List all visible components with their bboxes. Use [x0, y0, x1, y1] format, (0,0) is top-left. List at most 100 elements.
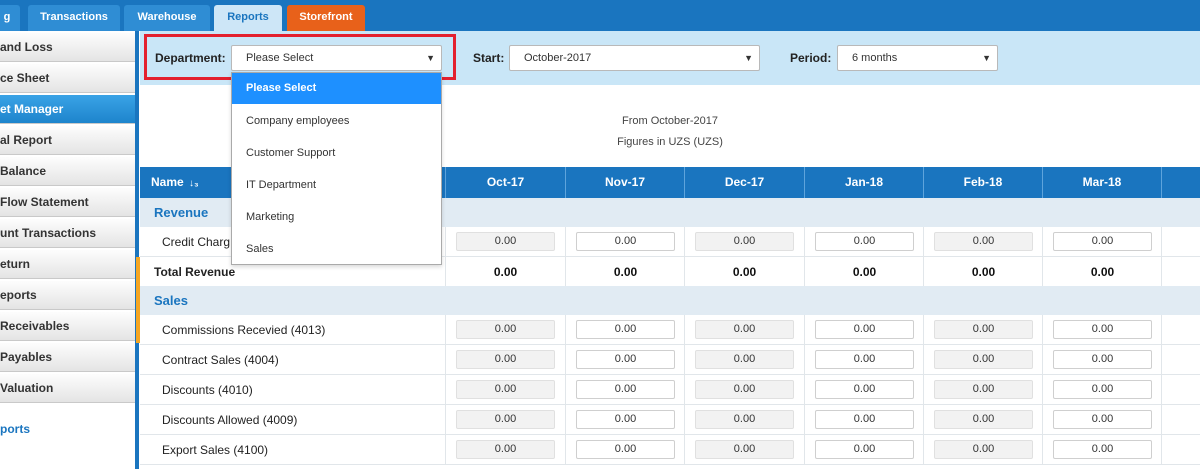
start-label: Start:	[473, 51, 505, 65]
sidebar-divider	[135, 31, 139, 469]
name-header-label: Name	[151, 175, 184, 189]
sidebar-item-tax-reports[interactable]: eports	[0, 281, 137, 310]
tab-storefront[interactable]: Storefront	[287, 5, 365, 31]
sidebar-item-trial-balance[interactable]: Balance	[0, 157, 137, 186]
total-value: 0.00	[1090, 265, 1115, 279]
amount-input[interactable]: 0.00	[815, 380, 914, 399]
sidebar-link-reports[interactable]: ports	[0, 422, 30, 436]
amount-input: 0.00	[695, 350, 794, 369]
name-column-header[interactable]: Name ↓₃	[151, 167, 199, 199]
month-header-nov-17: Nov-17	[565, 167, 684, 198]
amount-input[interactable]: 0.00	[815, 410, 914, 429]
sidebar-item-budget-manager[interactable]: et Manager	[0, 95, 137, 124]
amount-input[interactable]: 0.00	[576, 440, 675, 459]
dropdown-option-marketing[interactable]: Marketing	[232, 201, 441, 233]
amount-input[interactable]: 0.00	[815, 350, 914, 369]
amount-input[interactable]: 0.00	[815, 320, 914, 339]
month-header-overflow	[1161, 167, 1200, 198]
sidebar-item-journal-report[interactable]: al Report	[0, 126, 137, 155]
sidebar-item-cash-flow-statement[interactable]: Flow Statement	[0, 188, 137, 217]
month-header-mar-18: Mar-18	[1042, 167, 1161, 198]
amount-input: 0.00	[456, 440, 555, 459]
row-name: Discounts (4010)	[162, 383, 253, 397]
amount-input[interactable]: 0.00	[1053, 320, 1152, 339]
row-name: Credit Charg	[162, 235, 231, 249]
amount-input: 0.00	[456, 232, 555, 251]
row-name: Commissions Recevied (4013)	[162, 323, 326, 337]
amount-input: 0.00	[695, 410, 794, 429]
tab-warehouse[interactable]: Warehouse	[124, 5, 210, 31]
top-nav-bar: g Transactions Warehouse Reports Storefr…	[0, 0, 1200, 31]
amount-input: 0.00	[695, 320, 794, 339]
row-name: Contract Sales (4004)	[162, 353, 279, 367]
table-row: Contract Sales (4004) 0.00 0.00 0.00 0.0…	[140, 345, 1200, 375]
total-value: 0.00	[971, 265, 996, 279]
amount-input[interactable]: 0.00	[576, 320, 675, 339]
sidebar-item-tax-return[interactable]: eturn	[0, 250, 137, 279]
department-dropdown-list: Please Select Company employees Customer…	[231, 72, 442, 265]
amount-input: 0.00	[695, 440, 794, 459]
dropdown-option-sales[interactable]: Sales	[232, 233, 441, 265]
amount-input: 0.00	[934, 440, 1033, 459]
row-name: Discounts Allowed (4009)	[162, 413, 298, 427]
tab-transactions[interactable]: Transactions	[28, 5, 120, 31]
start-select-value: October-2017	[524, 52, 592, 64]
month-header-oct-17: Oct-17	[445, 167, 565, 198]
row-name: Export Sales (4100)	[162, 443, 269, 457]
amount-input: 0.00	[456, 350, 555, 369]
dropdown-option-please-select[interactable]: Please Select	[232, 73, 441, 104]
amount-input[interactable]: 0.00	[576, 380, 675, 399]
table-row: Discounts Allowed (4009) 0.00 0.00 0.00 …	[140, 405, 1200, 435]
amount-input: 0.00	[456, 410, 555, 429]
tab-reports[interactable]: Reports	[214, 5, 282, 31]
section-header-sales: Sales	[140, 286, 1200, 315]
amount-input: 0.00	[934, 350, 1033, 369]
amount-input: 0.00	[695, 232, 794, 251]
sidebar-item-stock-valuation[interactable]: Valuation	[0, 374, 137, 403]
amount-input[interactable]: 0.00	[576, 410, 675, 429]
amount-input[interactable]: 0.00	[815, 232, 914, 251]
sidebar-item-aged-receivables[interactable]: Receivables	[0, 312, 137, 341]
amount-input: 0.00	[456, 320, 555, 339]
sort-icon[interactable]: ↓₃	[189, 178, 199, 189]
total-value: 0.00	[493, 265, 518, 279]
table-row: Export Sales (4100) 0.00 0.00 0.00 0.00 …	[140, 435, 1200, 465]
period-label: Period:	[790, 51, 832, 65]
dropdown-option-company-employees[interactable]: Company employees	[232, 105, 441, 137]
dropdown-option-it-department[interactable]: IT Department	[232, 169, 441, 201]
month-header-jan-18: Jan-18	[804, 167, 923, 198]
total-value: 0.00	[732, 265, 757, 279]
amount-input: 0.00	[456, 380, 555, 399]
tab-partial[interactable]: g	[0, 5, 20, 31]
total-value: 0.00	[613, 265, 638, 279]
table-row: Discounts (4010) 0.00 0.00 0.00 0.00 0.0…	[140, 375, 1200, 405]
sidebar: and Loss ce Sheet et Manager al Report B…	[0, 31, 137, 469]
sidebar-item-aged-payables[interactable]: Payables	[0, 343, 137, 372]
table-row: Commissions Recevied (4013) 0.00 0.00 0.…	[140, 315, 1200, 345]
amount-input[interactable]: 0.00	[815, 440, 914, 459]
amount-input: 0.00	[934, 320, 1033, 339]
amount-input[interactable]: 0.00	[1053, 410, 1152, 429]
sidebar-item-account-transactions[interactable]: unt Transactions	[0, 219, 137, 248]
sidebar-item-profit-and-loss[interactable]: and Loss	[0, 33, 137, 62]
amount-input: 0.00	[695, 380, 794, 399]
period-select[interactable]: 6 months ▼	[837, 45, 998, 71]
total-label: Total Revenue	[154, 265, 236, 279]
start-select[interactable]: October-2017 ▼	[509, 45, 760, 71]
amount-input[interactable]: 0.00	[576, 350, 675, 369]
amount-input: 0.00	[934, 410, 1033, 429]
amount-input[interactable]: 0.00	[1053, 380, 1152, 399]
total-value: 0.00	[852, 265, 877, 279]
amount-input[interactable]: 0.00	[576, 232, 675, 251]
amount-input[interactable]: 0.00	[1053, 350, 1152, 369]
month-header-feb-18: Feb-18	[923, 167, 1042, 198]
month-header-dec-17: Dec-17	[684, 167, 804, 198]
chevron-down-icon: ▼	[982, 53, 991, 63]
amount-input[interactable]: 0.00	[1053, 440, 1152, 459]
chevron-down-icon: ▼	[744, 53, 753, 63]
amount-input[interactable]: 0.00	[1053, 232, 1152, 251]
amount-input: 0.00	[934, 380, 1033, 399]
dropdown-option-customer-support[interactable]: Customer Support	[232, 137, 441, 169]
amount-input: 0.00	[934, 232, 1033, 251]
sidebar-item-balance-sheet[interactable]: ce Sheet	[0, 64, 137, 93]
